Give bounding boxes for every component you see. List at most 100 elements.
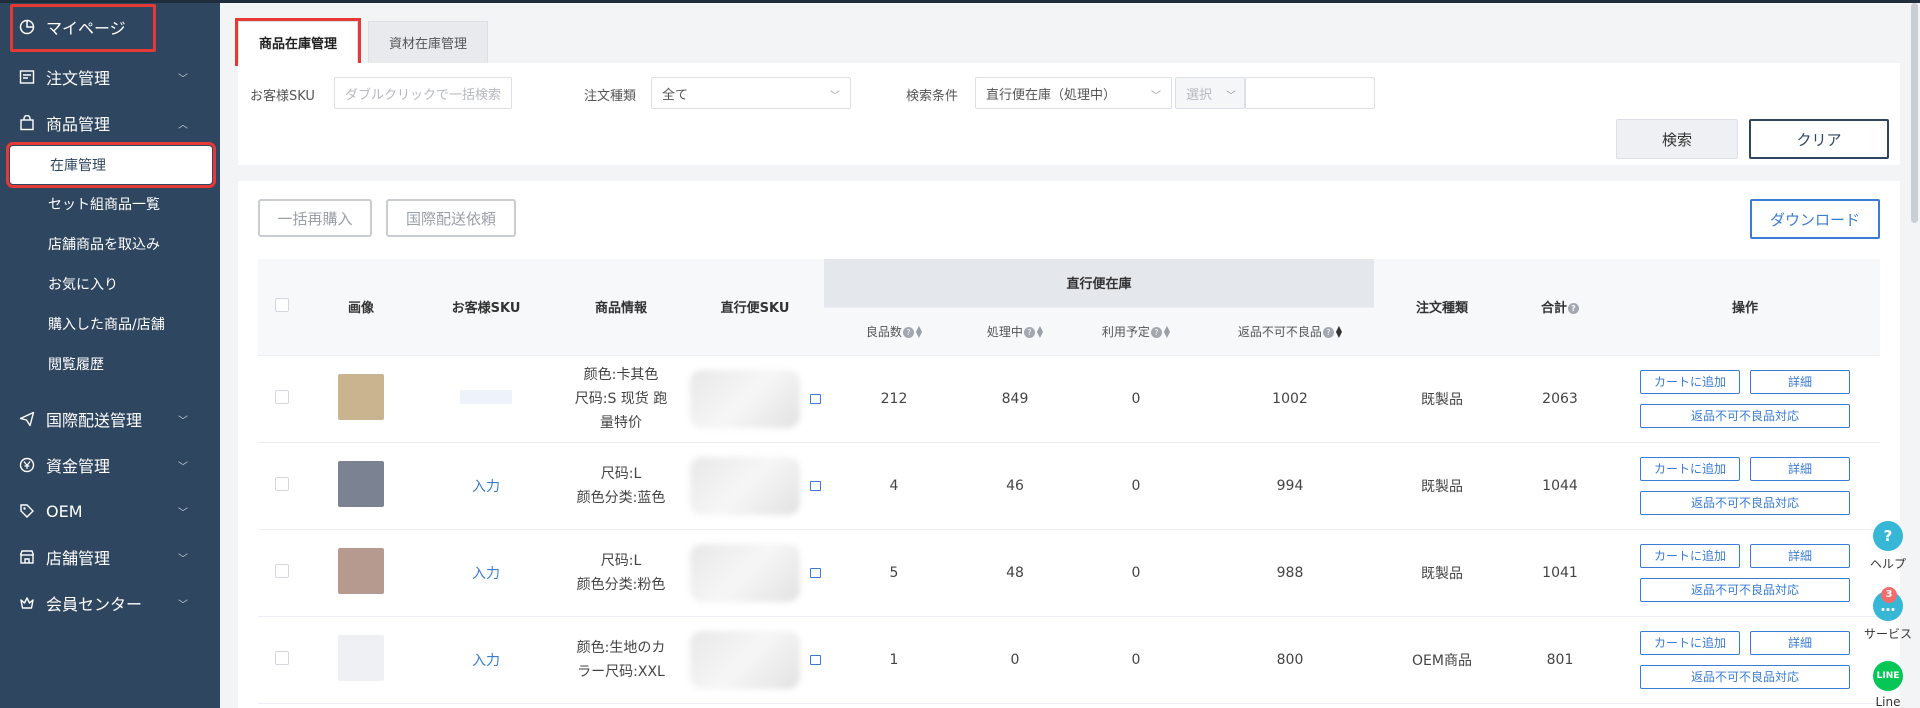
col-processing[interactable]: 処理中? ▲ ▼ (964, 307, 1066, 356)
detail-button[interactable]: 詳細 (1750, 456, 1850, 481)
copy-icon[interactable] (809, 393, 821, 404)
col-total: 合計? (1510, 259, 1610, 356)
line-icon: LINE (1873, 661, 1903, 691)
sidebar-subitem-inventory[interactable]: 在庫管理 (6, 142, 216, 188)
sidebar-subitem-history[interactable]: 閲覧履歴 (0, 344, 220, 384)
row-checkbox[interactable] (275, 650, 289, 665)
product-thumbnail[interactable] (338, 373, 384, 420)
add-to-cart-button[interactable]: カートに追加 (1640, 369, 1740, 394)
help-icon[interactable]: ? (1322, 326, 1334, 338)
nonreturnable-handling-button[interactable]: 返品不可不良品対応 (1640, 664, 1850, 689)
nonreturnable-handling-button[interactable]: 返品不可不良品対応 (1640, 403, 1850, 428)
sort-icon[interactable]: ▲ ▼ (916, 325, 922, 339)
planned-count: 0 (1066, 529, 1206, 617)
sidebar-subitem-favorites[interactable]: お気に入り (0, 264, 220, 304)
sidebar-item-intl-shipping[interactable]: 国際配送管理 ﹀ (0, 396, 220, 442)
sku-input-link[interactable]: 入力 (472, 653, 500, 669)
sort-icon[interactable]: ▲ ▼ (1037, 325, 1043, 339)
tab-product-inventory[interactable]: 商品在庫管理 (234, 18, 362, 66)
nonreturnable-count: 800 (1206, 616, 1374, 704)
select-all-checkbox[interactable] (275, 297, 289, 312)
help-widget[interactable]: ? ヘルプ (1864, 521, 1912, 572)
sku-input-link[interactable]: 入力 (472, 479, 500, 495)
order-icon (18, 68, 36, 86)
direct-sku-redacted (689, 369, 800, 428)
nonreturnable-handling-button[interactable]: 返品不可不良品対応 (1640, 577, 1850, 602)
col-nonreturnable[interactable]: 返品不可不良品? ▲ ▼ (1206, 307, 1374, 356)
order-type-select[interactable]: 全て ﹀ (651, 77, 851, 109)
sort-icon[interactable]: ▲ ▼ (1336, 325, 1342, 339)
condition-value-input[interactable] (1245, 77, 1375, 109)
col-order-type: 注文種類 (1374, 259, 1510, 356)
sidebar-item-oem[interactable]: OEM ﹀ (0, 488, 220, 534)
sku-search-input[interactable]: ダブルクリックで一括検索 (334, 77, 512, 109)
line-widget[interactable]: LINE Line (1864, 661, 1912, 708)
help-icon[interactable]: ? (1150, 326, 1162, 338)
info-line: 量特价 (600, 414, 642, 431)
filter-panel: お客様SKU ダブルクリックで一括検索 注文種類 全て ﹀ 検索条件 直行便在庫… (238, 63, 1900, 165)
processing-count: 46 (964, 442, 1066, 530)
col-good[interactable]: 良品数? ▲ ▼ (824, 307, 964, 356)
add-to-cart-button[interactable]: カートに追加 (1640, 630, 1740, 655)
search-button[interactable]: 検索 (1616, 119, 1738, 159)
detail-button[interactable]: 詳細 (1750, 369, 1850, 394)
row-checkbox[interactable] (275, 563, 289, 578)
sku-input-link[interactable]: 入力 (472, 566, 500, 582)
copy-icon[interactable] (809, 567, 821, 578)
sidebar-item-mypage[interactable]: マイページ (0, 0, 220, 54)
row-checkbox[interactable] (275, 476, 289, 491)
help-icon[interactable]: ? (1023, 326, 1035, 338)
row-checkbox[interactable] (275, 389, 289, 404)
sidebar-subitem-purchased[interactable]: 購入した商品/店舗 (0, 304, 220, 344)
detail-button[interactable]: 詳細 (1750, 630, 1850, 655)
search-condition-value: 直行便在庫（処理中） (986, 87, 1117, 103)
sku-placeholder: ダブルクリックで一括検索 (345, 87, 502, 103)
sidebar-item-order[interactable]: 注文管理 ﹀ (0, 54, 220, 100)
download-button[interactable]: ダウンロード (1750, 199, 1880, 239)
col-ops: 操作 (1610, 259, 1880, 356)
intl-shipping-request-button[interactable]: 国際配送依頼 (386, 199, 516, 237)
sub-condition-select[interactable]: 選択 ﹀ (1175, 77, 1245, 109)
sidebar-subitem-set[interactable]: セット組商品一覧 (0, 184, 220, 224)
sort-icon[interactable]: ▲ ▼ (1164, 325, 1170, 339)
sidebar-item-member[interactable]: 会員センター ﹀ (0, 580, 220, 626)
clear-button[interactable]: クリア (1749, 119, 1889, 159)
col-direct-sku: 直行便SKU (686, 259, 824, 356)
col-planned[interactable]: 利用予定? ▲ ▼ (1066, 307, 1206, 356)
detail-button[interactable]: 詳細 (1750, 543, 1850, 568)
tab-bar: 商品在庫管理 資材在庫管理 (234, 18, 498, 66)
scrollbar[interactable] (1911, 3, 1918, 223)
nonreturnable-header-label: 返品不可不良品 (1237, 324, 1322, 339)
service-widget[interactable]: … 3 サービス (1864, 587, 1912, 642)
table-row: 入力 尺码:L 颜色分类:蓝色 4 46 0 994 既製品 1044 カートに追… (258, 442, 1880, 530)
tab-material-inventory[interactable]: 資材在庫管理 (368, 21, 489, 63)
search-condition-select[interactable]: 直行便在庫（処理中） ﹀ (975, 77, 1172, 109)
sidebar-item-store[interactable]: 店舗管理 ﹀ (0, 534, 220, 580)
chevron-down-icon: ﹀ (178, 508, 188, 519)
copy-icon[interactable] (809, 480, 821, 491)
copy-icon[interactable] (809, 654, 821, 665)
planned-count: 0 (1066, 355, 1206, 443)
product-thumbnail[interactable] (338, 547, 384, 594)
chevron-down-icon: ﹀ (178, 74, 188, 85)
add-to-cart-button[interactable]: カートに追加 (1640, 456, 1740, 481)
sidebar-item-funds[interactable]: 資金管理 ﹀ (0, 442, 220, 488)
help-icon[interactable]: ? (1568, 303, 1579, 315)
help-icon[interactable]: ? (902, 326, 914, 338)
store-icon (18, 548, 36, 566)
good-count: 4 (824, 442, 964, 530)
info-line: 颜色:卡其色 (583, 366, 659, 383)
service-badge: 3 (1881, 587, 1897, 603)
product-thumbnail[interactable] (338, 460, 384, 507)
sidebar-item-product[interactable]: 商品管理 ︿ (0, 100, 220, 146)
add-to-cart-button[interactable]: カートに追加 (1640, 543, 1740, 568)
order-type-value: 全て (662, 87, 689, 103)
product-thumbnail[interactable] (338, 634, 384, 681)
sidebar-subitem-import[interactable]: 店舗商品を取込み (0, 224, 220, 264)
sidebar-item-label: 注文管理 (46, 69, 111, 88)
info-line: 颜色:生地のカ (576, 639, 666, 656)
nonreturnable-handling-button[interactable]: 返品不可不良品対応 (1640, 490, 1850, 515)
bulk-repurchase-button[interactable]: 一括再購入 (258, 199, 372, 237)
good-count: 5 (824, 529, 964, 617)
planned-header-label: 利用予定 (1101, 324, 1150, 339)
